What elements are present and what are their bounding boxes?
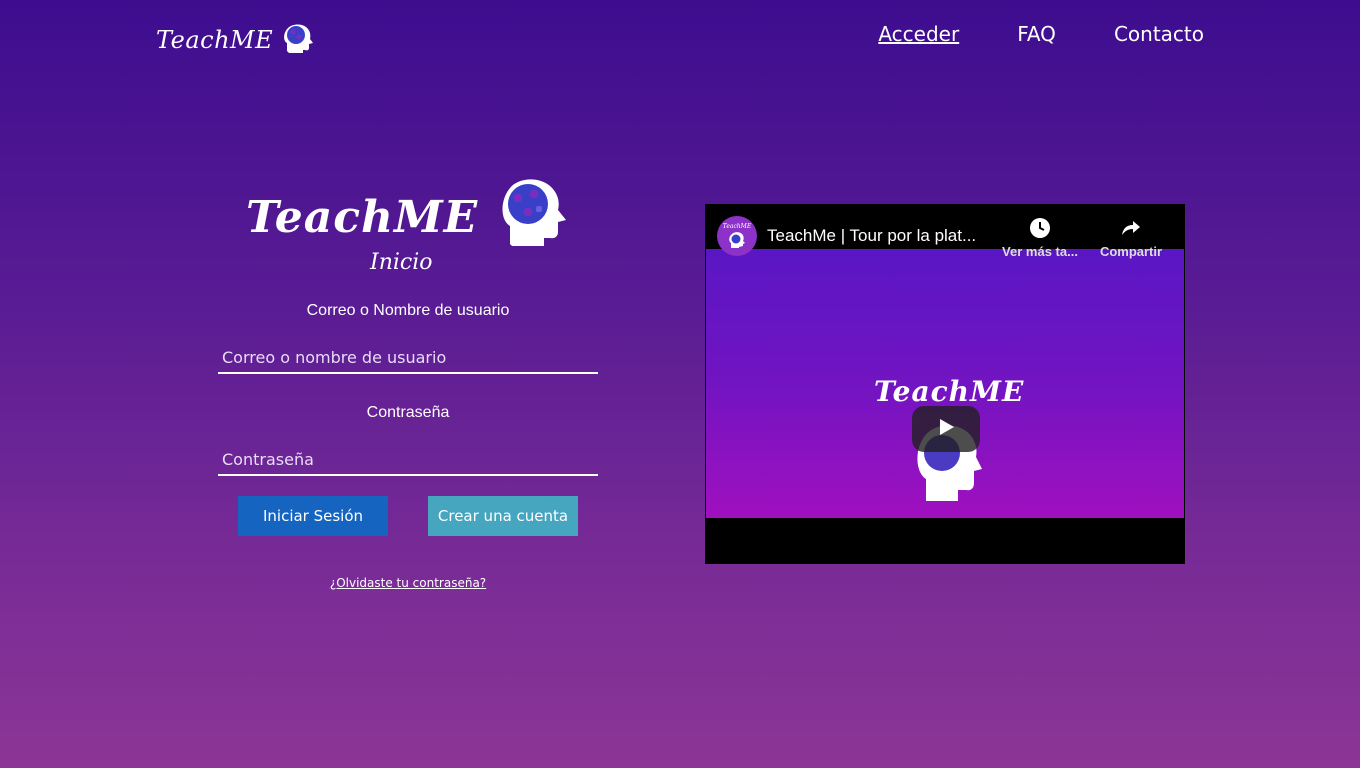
- login-panel: TeachME Inicio Correo o Nombre de usuari…: [218, 170, 598, 590]
- username-input[interactable]: [218, 344, 598, 374]
- clock-icon: [995, 216, 1085, 242]
- login-buttons: Iniciar Sesión Crear una cuenta: [218, 496, 598, 536]
- channel-avatar[interactable]: TeachME: [717, 216, 757, 256]
- signup-button[interactable]: Crear una cuenta: [428, 496, 578, 536]
- brain-head-logo-icon: [729, 232, 745, 248]
- share-icon: [1086, 216, 1176, 242]
- username-label: Correo o Nombre de usuario: [306, 302, 510, 319]
- nav-faq-link[interactable]: FAQ: [1017, 22, 1056, 46]
- watch-later-label: Ver más ta...: [1002, 244, 1078, 259]
- password-label: Contraseña: [366, 404, 450, 421]
- login-subtitle: Inicio: [370, 250, 433, 275]
- password-input[interactable]: [218, 446, 598, 476]
- video-thumbnail[interactable]: TeachME: [706, 249, 1184, 518]
- channel-avatar-text: TeachME: [722, 223, 752, 230]
- nav-contacto-link[interactable]: Contacto: [1114, 22, 1204, 46]
- share-label: Compartir: [1099, 244, 1163, 259]
- header-logo-text: TeachME: [156, 26, 274, 54]
- header-logo[interactable]: TeachME: [156, 22, 315, 58]
- forgot-password-link[interactable]: ¿Olvidaste tu contraseña?: [218, 576, 598, 590]
- brain-head-logo-icon: [281, 21, 315, 60]
- login-logo: TeachME Inicio: [218, 170, 598, 280]
- login-button[interactable]: Iniciar Sesión: [238, 496, 388, 536]
- nav-acceder-link[interactable]: Acceder: [878, 22, 959, 46]
- video-title[interactable]: TeachMe | Tour por la plat...: [767, 226, 976, 246]
- video-play-button[interactable]: [912, 406, 980, 452]
- video-thumbnail-logo-text: TeachME: [874, 375, 1025, 408]
- share-button[interactable]: Compartir: [1086, 216, 1176, 259]
- video-embed[interactable]: TeachME TeachME TeachMe | Tour por la pl…: [705, 204, 1185, 564]
- main-nav: Acceder FAQ Contacto: [878, 22, 1204, 46]
- video-top-bar: TeachME TeachMe | Tour por la plat... Ve…: [705, 204, 1185, 259]
- brain-head-logo-icon: [496, 174, 568, 255]
- login-logo-text: TeachME: [246, 192, 479, 243]
- watch-later-button[interactable]: Ver más ta...: [995, 216, 1085, 259]
- play-icon: [936, 417, 956, 442]
